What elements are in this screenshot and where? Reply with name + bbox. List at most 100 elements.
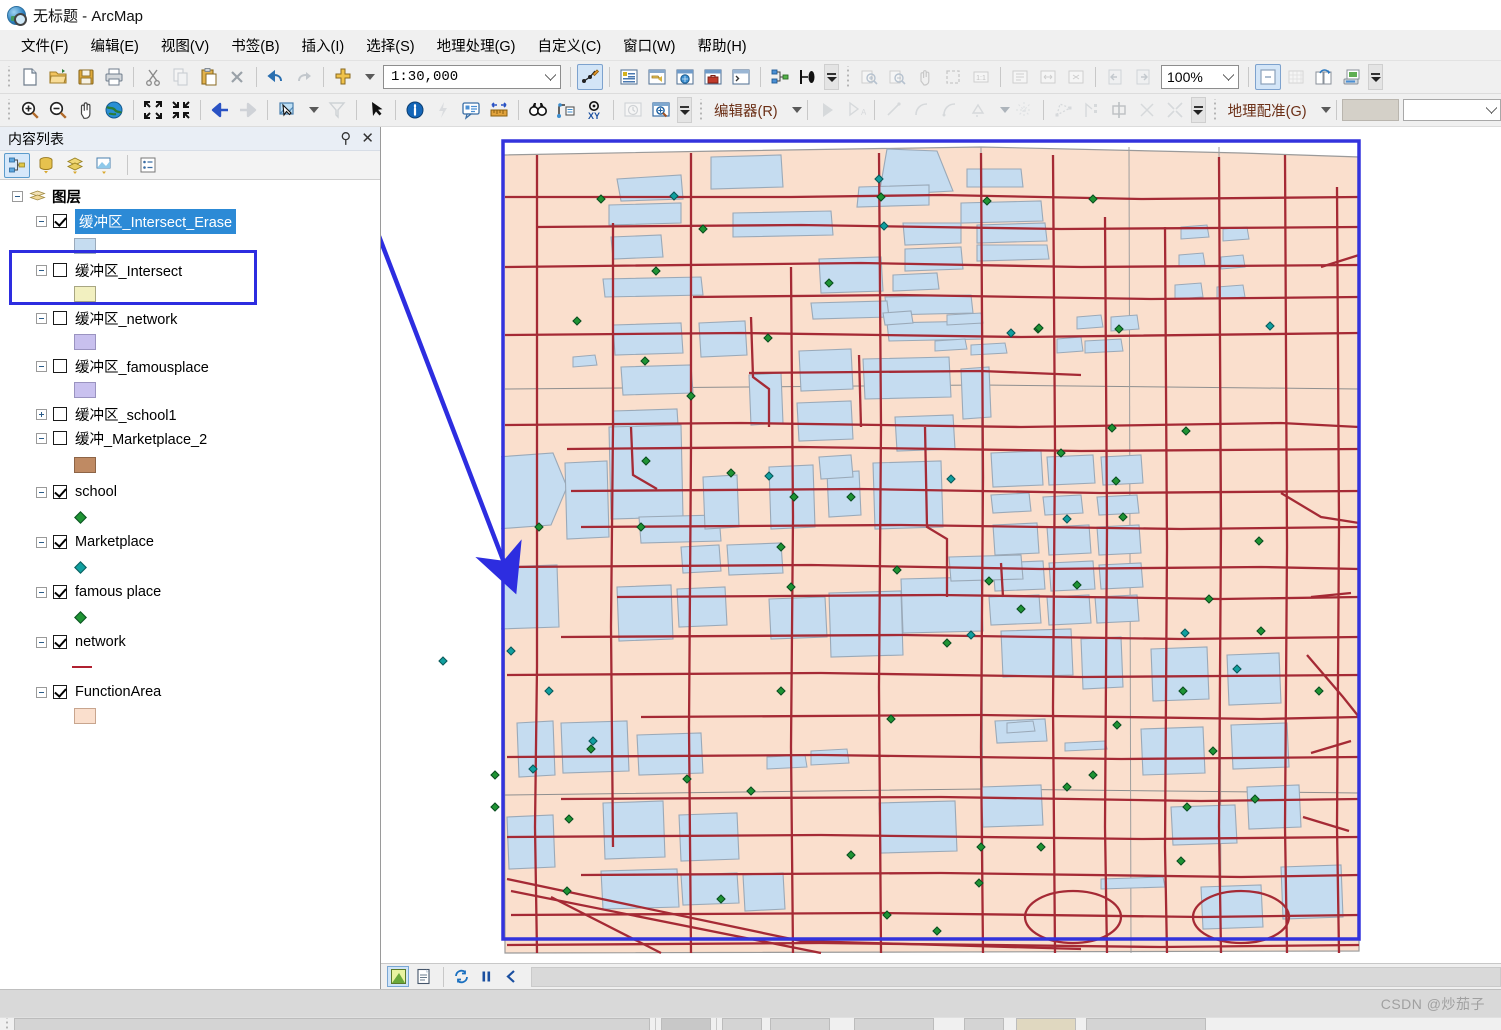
bottom-field-8[interactable]	[1086, 1018, 1206, 1030]
layer-visibility-checkbox-2[interactable]	[53, 311, 67, 325]
map-scale-combo[interactable]: 1:30,000	[383, 65, 561, 89]
expander-icon[interactable]	[36, 687, 47, 698]
layer-visibility-checkbox-0[interactable]	[53, 214, 67, 228]
merge-button[interactable]	[1134, 97, 1160, 123]
hyperlink-button[interactable]	[430, 97, 456, 123]
expander-icon[interactable]	[36, 537, 47, 548]
layer-visibility-checkbox-4[interactable]	[53, 407, 67, 421]
attribute-table-button[interactable]	[795, 64, 821, 90]
fixed-zoom-out-button[interactable]	[168, 97, 194, 123]
page-zoom-combo[interactable]: 100%	[1161, 65, 1239, 89]
georeference-menu-dropdown-arrow[interactable]	[1321, 107, 1331, 113]
map-canvas[interactable]	[381, 127, 1500, 963]
expander-icon[interactable]	[36, 216, 47, 227]
bottom-field-1[interactable]	[14, 1018, 650, 1030]
menu-bookmarks[interactable]: 书签(B)	[220, 32, 290, 59]
expander-icon[interactable]	[36, 587, 47, 598]
pause-drawing-button[interactable]	[475, 966, 497, 987]
list-by-visibility-button[interactable]	[62, 153, 88, 178]
full-extent-page-button[interactable]	[940, 64, 966, 90]
page-grid-button[interactable]	[1283, 64, 1309, 90]
copy-button[interactable]	[168, 64, 194, 90]
menu-customize[interactable]: 自定义(C)	[527, 32, 613, 59]
paste-button[interactable]	[196, 64, 222, 90]
layer-row-5[interactable]: 缓冲_Marketplace_2	[0, 426, 380, 450]
layer-row-0[interactable]: 缓冲区_Intersect_Erase	[0, 208, 380, 234]
page-back-button[interactable]	[1102, 64, 1128, 90]
full-extent-button[interactable]	[101, 97, 127, 123]
list-by-source-button[interactable]	[33, 153, 59, 178]
zoom-whole-page-button[interactable]	[1007, 64, 1033, 90]
print-button[interactable]	[101, 64, 127, 90]
create-viewer-button[interactable]	[648, 97, 674, 123]
layer-row-10[interactable]: FunctionArea	[0, 680, 380, 704]
search-window-button[interactable]	[672, 64, 698, 90]
layout-view-button[interactable]	[412, 966, 434, 987]
menu-edit[interactable]: 编辑(E)	[80, 32, 150, 59]
construction-tool-button[interactable]	[965, 97, 991, 123]
toolbar-grip[interactable]	[697, 99, 705, 121]
toolbar-overflow-button[interactable]	[1191, 97, 1206, 123]
zoom-out-page-button[interactable]	[884, 64, 910, 90]
curve-segment-button[interactable]	[909, 97, 935, 123]
catalog-button[interactable]	[644, 64, 670, 90]
cut-button[interactable]	[140, 64, 166, 90]
layer-visibility-checkbox-1[interactable]	[53, 263, 67, 277]
go-forward-extent-button[interactable]	[235, 97, 261, 123]
zoom-out-button[interactable]	[45, 97, 71, 123]
zoom-in-page-button[interactable]	[856, 64, 882, 90]
layer-row-4[interactable]: 缓冲区_school1	[0, 402, 380, 426]
trace-button[interactable]	[937, 97, 963, 123]
bottom-field-4[interactable]	[770, 1018, 830, 1030]
chevron-down-icon[interactable]	[1223, 74, 1234, 81]
toc-root-layers[interactable]: 图层	[0, 184, 380, 208]
expander-icon[interactable]	[36, 265, 47, 276]
pan-hand-button[interactable]	[73, 97, 99, 123]
toolbar-overflow-button[interactable]	[824, 64, 839, 90]
expander-icon[interactable]	[36, 313, 47, 324]
menu-file[interactable]: 文件(F)	[10, 32, 80, 59]
layer-visibility-checkbox-3[interactable]	[53, 359, 67, 373]
rotate-button[interactable]	[1162, 97, 1188, 123]
model-builder-button[interactable]	[767, 64, 793, 90]
editor-toolbar-toggle[interactable]	[577, 64, 603, 90]
layer-row-3[interactable]: 缓冲区_famousplace	[0, 354, 380, 378]
menu-window[interactable]: 窗口(W)	[612, 32, 686, 59]
bottom-field-6[interactable]	[964, 1018, 1004, 1030]
menu-insert[interactable]: 插入(I)	[291, 32, 356, 59]
georeference-layer-combo[interactable]	[1342, 99, 1400, 121]
toolbar-grip[interactable]	[1211, 99, 1219, 121]
zoom-in-button[interactable]	[17, 97, 43, 123]
data-view-button[interactable]	[387, 966, 409, 987]
python-window-button[interactable]	[728, 64, 754, 90]
pin-icon[interactable]: ⚲	[340, 131, 351, 146]
georeference-target-combo[interactable]	[1403, 99, 1501, 121]
layer-row-2[interactable]: 缓冲区_network	[0, 306, 380, 330]
menu-geoprocessing[interactable]: 地理处理(G)	[426, 32, 527, 59]
toggle-draft-mode-button[interactable]	[1255, 64, 1281, 90]
bottom-field-7[interactable]	[1016, 1018, 1076, 1030]
layer-row-9[interactable]: network	[0, 630, 380, 654]
zoom-page-width-button[interactable]	[1035, 64, 1061, 90]
layer-row-8[interactable]: famous place	[0, 580, 380, 604]
add-data-button[interactable]	[330, 64, 356, 90]
toc-options-button[interactable]	[135, 153, 161, 178]
redo-button[interactable]	[291, 64, 317, 90]
layer-visibility-checkbox-10[interactable]	[53, 685, 67, 699]
select-features-button[interactable]	[274, 97, 300, 123]
expander-icon[interactable]	[36, 409, 47, 420]
identify-button[interactable]	[402, 97, 428, 123]
menu-view[interactable]: 视图(V)	[150, 32, 220, 59]
layer-row-1[interactable]: 缓冲区_Intersect	[0, 258, 380, 282]
toolbox-button[interactable]	[700, 64, 726, 90]
copy-page-button[interactable]	[1311, 64, 1337, 90]
list-by-selection-button[interactable]	[91, 153, 117, 178]
georeference-menu-button[interactable]: 地理配准(G)	[1222, 100, 1313, 121]
map-view[interactable]	[381, 127, 1501, 963]
toolbar-overflow-button[interactable]	[1368, 64, 1383, 90]
expander-icon[interactable]	[36, 361, 47, 372]
bottom-field-2[interactable]	[661, 1018, 711, 1030]
expander-icon[interactable]	[12, 191, 23, 202]
chevron-down-icon[interactable]	[1486, 107, 1497, 114]
pan-page-button[interactable]	[912, 64, 938, 90]
